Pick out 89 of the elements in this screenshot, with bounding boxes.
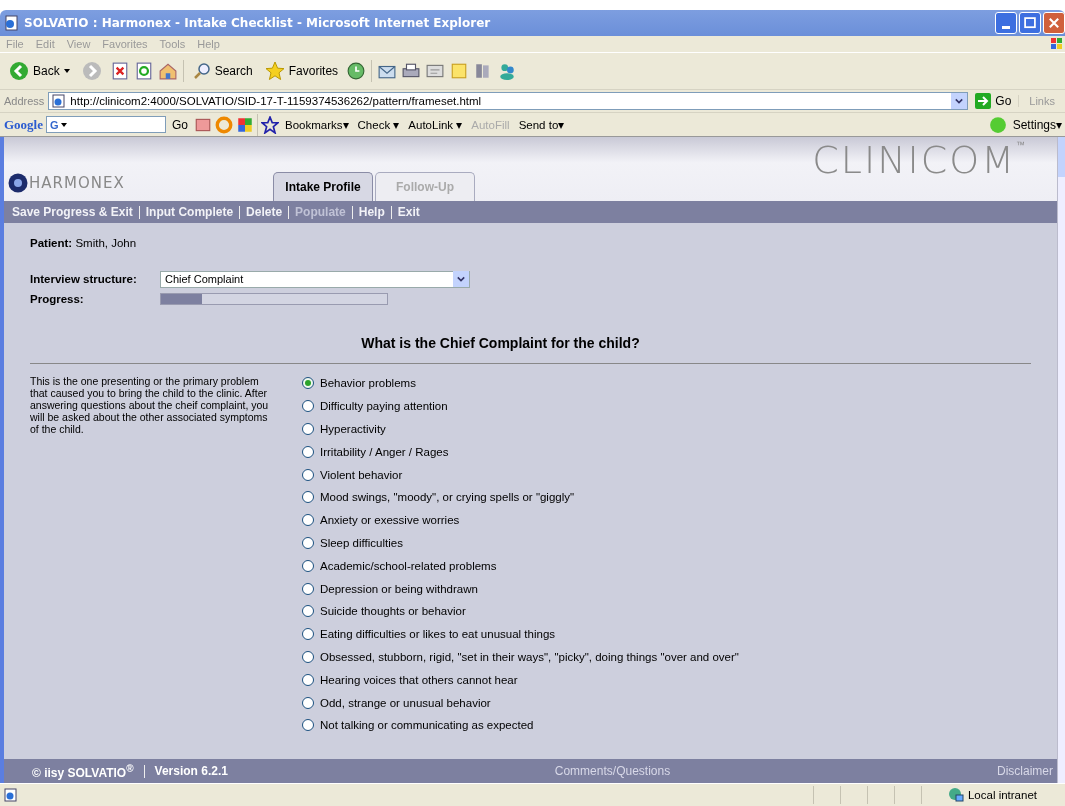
option-label[interactable]: Irritability / Anger / Rages (320, 445, 449, 458)
logo-text: HARMONEX (29, 174, 125, 192)
option-label[interactable]: Hyperactivity (320, 423, 386, 435)
back-button[interactable]: Back (6, 61, 73, 81)
go-button[interactable]: Go (169, 117, 191, 132)
radio-button[interactable] (302, 423, 314, 435)
star-icon (264, 61, 285, 81)
radio-button[interactable] (302, 628, 314, 641)
option-label[interactable]: Mood swings, "moody", or crying spells or "giggly" (320, 491, 575, 504)
scrollbar[interactable] (1057, 137, 1065, 783)
close-icon (1047, 16, 1061, 30)
radio-button[interactable] (302, 582, 314, 595)
search-icon (192, 62, 211, 80)
address-label: Address (4, 95, 45, 107)
interview-structure-dropdown[interactable]: Chief Complaint (160, 270, 470, 288)
option-label[interactable]: Eating difficulties or likes to eat unusual things (320, 628, 556, 641)
google-toolbar-button[interactable]: Bookmarks▾ (282, 117, 352, 132)
home-icon[interactable] (158, 62, 177, 80)
interview-structure-label: Interview structure: (30, 273, 138, 285)
google-toolbar-button[interactable]: AutoLink ▾ (405, 117, 466, 132)
progress-label: Progress: (30, 293, 85, 305)
page-icon (4, 788, 18, 802)
minimize-button[interactable] (995, 12, 1017, 34)
radio-button[interactable] (302, 536, 314, 549)
radio-button[interactable] (302, 445, 314, 458)
radio-button[interactable] (302, 605, 314, 618)
go-button[interactable]: Go (972, 93, 1015, 109)
caret-icon[interactable] (63, 69, 70, 73)
radio-button[interactable] (302, 559, 314, 572)
option-label[interactable]: Violent behavior (320, 468, 403, 481)
star-icon (261, 115, 279, 134)
page-icon (52, 94, 67, 108)
radio-button[interactable] (302, 719, 314, 732)
zone-text: Local intranet (967, 789, 1037, 801)
flag-logo-icon (1051, 38, 1063, 50)
option-label[interactable]: Sleep difficulties (320, 536, 403, 549)
radio-button[interactable] (302, 468, 314, 481)
option-label[interactable]: Suicide thoughts or behavior (320, 605, 466, 618)
question-description: This is the one presenting or the primary problem that caused you to bring the child to the clinic. After answering questions about the cheif complaint, you will be asked about the other associated symptoms of the child. (30, 375, 270, 437)
patient-label: Patient: (30, 237, 73, 249)
search-button[interactable]: Search (189, 62, 256, 80)
arrow-icon (975, 93, 992, 109)
minimize-icon (1002, 25, 1010, 29)
maximize-icon (1023, 16, 1037, 30)
option-label[interactable]: Difficulty paying attention (320, 400, 448, 413)
favorites-button[interactable]: Favorites (261, 61, 342, 81)
option-label[interactable]: Anxiety or exessive worries (320, 514, 460, 527)
printer-icon[interactable] (402, 62, 421, 80)
settings-button[interactable]: Settings▾ (1009, 117, 1065, 132)
copyright-text: © iisy SOLVATIO$^{®}$ (32, 762, 134, 780)
option-label[interactable]: Obsessed, stubborn, rigid, "set in their ways", "picky", doing things "over and over" (320, 650, 739, 663)
address-field[interactable]: http://clinicom2:4000/SOLVATIO/SID-17-T-1159374536262/pattern/frameset.html (48, 92, 969, 110)
radio-button[interactable] (302, 491, 314, 504)
radio-button[interactable] (302, 673, 314, 686)
network-icon (947, 787, 964, 803)
sphere-logo-icon (8, 173, 28, 193)
close-button[interactable] (1043, 12, 1065, 34)
stop-icon[interactable] (110, 62, 129, 80)
maximize-button[interactable] (1019, 12, 1041, 34)
patient-name: Smith, John (75, 237, 137, 249)
browser-page-icon (4, 15, 20, 31)
radio-button[interactable] (302, 650, 314, 663)
radio-button[interactable] (302, 400, 314, 413)
refresh-icon[interactable] (134, 62, 153, 80)
option-label[interactable]: Depression or being withdrawn (320, 582, 478, 595)
edit-page-icon[interactable] (426, 62, 445, 80)
option-label[interactable]: Academic/school-related problems (320, 559, 497, 572)
brand-logo: CLINICOM$^{™}$ (812, 141, 1027, 179)
google-search-field[interactable]: G (46, 116, 166, 133)
option-label[interactable]: Behavior problems (320, 377, 416, 390)
radio-button[interactable] (302, 696, 314, 709)
question-heading: What is the Chief Complaint for the child? (360, 335, 641, 351)
radio-button[interactable] (302, 514, 314, 527)
option-label[interactable]: Not talking or communicating as expected (320, 719, 534, 732)
google-toolbar-button[interactable]: Send to▾ (515, 117, 568, 132)
google-toolbar-button[interactable]: Check ▾ (354, 117, 403, 132)
caret-icon[interactable] (60, 122, 67, 127)
flag-icon[interactable] (236, 115, 254, 134)
messenger-icon[interactable] (498, 62, 517, 80)
version-text: Version 6.2.1 (154, 764, 228, 778)
tab[interactable]: Intake Profile (273, 172, 373, 201)
action-link[interactable]: Save Progress & Exit (12, 205, 133, 219)
window-title: SOLVATIO : Harmonex - Intake Checklist - Microsoft Internet Explorer (24, 16, 491, 30)
option-label[interactable]: Odd, strange or unusual behavior (320, 696, 491, 709)
option-label[interactable]: Hearing voices that others cannot hear (320, 673, 518, 686)
google-logo: Google (4, 116, 43, 133)
history-icon[interactable] (347, 62, 366, 80)
radio-button[interactable] (302, 377, 314, 390)
status-dot-icon (988, 115, 1007, 134)
